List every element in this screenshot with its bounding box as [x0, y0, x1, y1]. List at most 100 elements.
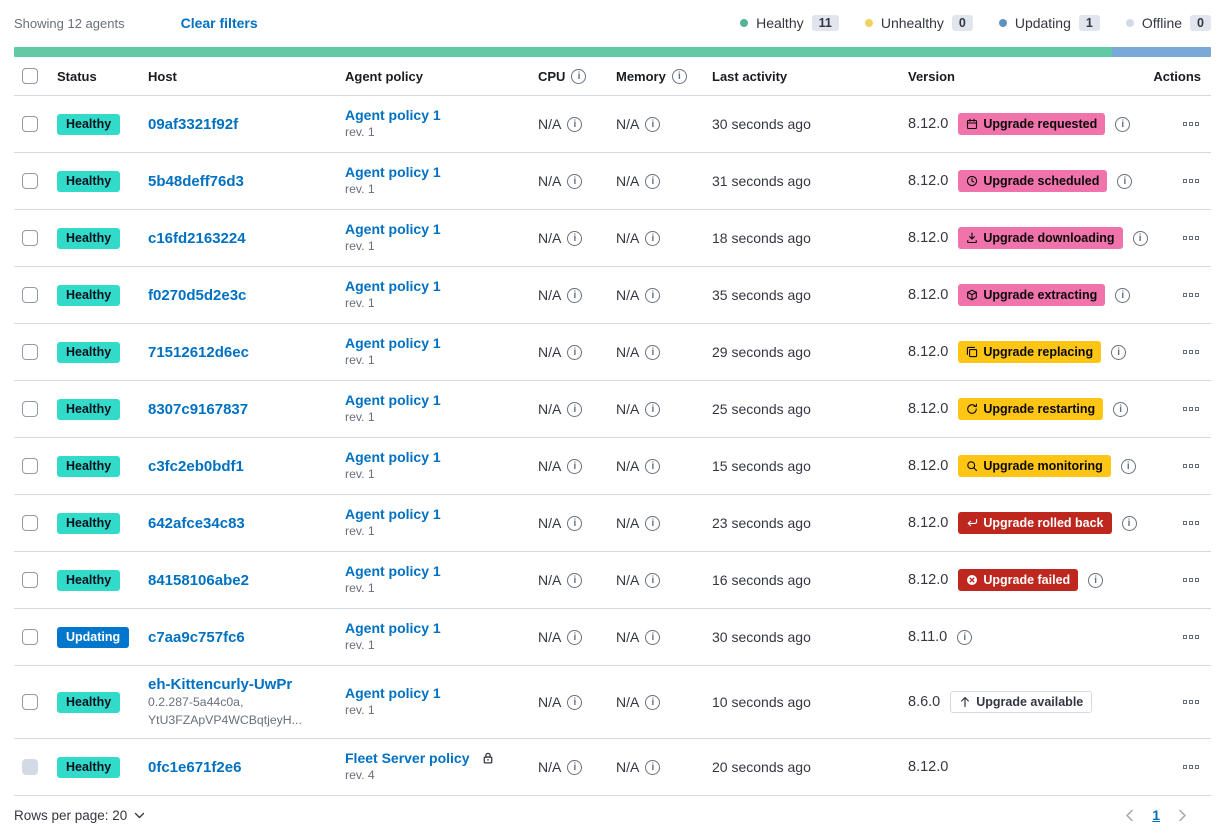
- host-link[interactable]: 71512612d6ec: [148, 344, 249, 361]
- info-icon[interactable]: [1117, 174, 1132, 189]
- actions-cell: [1151, 232, 1211, 244]
- boxes-horizontal-icon[interactable]: [1181, 460, 1201, 472]
- return-icon: [966, 517, 978, 529]
- agent-policy-link[interactable]: Agent policy 1: [345, 278, 441, 294]
- info-icon[interactable]: [645, 288, 660, 303]
- legend-item-offline[interactable]: Offline 0: [1126, 15, 1211, 31]
- info-icon[interactable]: [1115, 288, 1130, 303]
- info-icon[interactable]: [571, 69, 586, 84]
- boxes-horizontal-icon[interactable]: [1181, 289, 1201, 301]
- select-all-checkbox[interactable]: [22, 68, 38, 84]
- info-icon[interactable]: [957, 630, 972, 645]
- agent-policy-link[interactable]: Agent policy 1: [345, 221, 441, 237]
- info-icon[interactable]: [567, 402, 582, 417]
- agent-policy-link[interactable]: Agent policy 1: [345, 620, 441, 636]
- legend-item-unhealthy[interactable]: Unhealthy 0: [865, 15, 973, 31]
- info-icon[interactable]: [1111, 345, 1126, 360]
- agent-policy-link[interactable]: Agent policy 1: [345, 449, 441, 465]
- rows-per-page-button[interactable]: Rows per page: 20: [14, 808, 145, 823]
- info-icon[interactable]: [567, 345, 582, 360]
- info-icon[interactable]: [645, 573, 660, 588]
- info-icon[interactable]: [567, 117, 582, 132]
- info-icon[interactable]: [1113, 402, 1128, 417]
- boxes-horizontal-icon[interactable]: [1181, 761, 1201, 773]
- agent-policy-link[interactable]: Agent policy 1: [345, 164, 441, 180]
- host-link[interactable]: eh-Kittencurly-UwPr: [148, 676, 292, 693]
- legend-item-updating[interactable]: Updating 1: [999, 15, 1100, 31]
- boxes-horizontal-icon[interactable]: [1181, 631, 1201, 643]
- info-icon[interactable]: [645, 402, 660, 417]
- row-checkbox[interactable]: [22, 116, 38, 132]
- row-checkbox[interactable]: [22, 572, 38, 588]
- host-cell: 0fc1e671f2e6: [140, 759, 337, 776]
- info-icon[interactable]: [672, 69, 687, 84]
- host-link[interactable]: c16fd2163224: [148, 230, 246, 247]
- row-checkbox[interactable]: [22, 344, 38, 360]
- row-checkbox[interactable]: [22, 287, 38, 303]
- legend-item-healthy[interactable]: Healthy 11: [740, 15, 839, 31]
- boxes-horizontal-icon[interactable]: [1181, 175, 1201, 187]
- info-icon[interactable]: [645, 345, 660, 360]
- row-checkbox[interactable]: [22, 401, 38, 417]
- agent-policy-link[interactable]: Fleet Server policy: [345, 750, 470, 766]
- info-icon[interactable]: [567, 288, 582, 303]
- boxes-horizontal-icon[interactable]: [1181, 696, 1201, 708]
- clear-filters-link[interactable]: Clear filters: [181, 15, 258, 31]
- host-link[interactable]: 0fc1e671f2e6: [148, 759, 241, 776]
- host-link[interactable]: c3fc2eb0bdf1: [148, 458, 244, 475]
- boxes-horizontal-icon[interactable]: [1181, 403, 1201, 415]
- boxes-horizontal-icon[interactable]: [1181, 574, 1201, 586]
- info-icon[interactable]: [645, 695, 660, 710]
- row-checkbox[interactable]: [22, 230, 38, 246]
- info-icon[interactable]: [1121, 459, 1136, 474]
- host-link[interactable]: 5b48deff76d3: [148, 173, 244, 190]
- info-icon[interactable]: [1133, 231, 1148, 246]
- info-icon[interactable]: [567, 630, 582, 645]
- host-link[interactable]: 84158106abe2: [148, 572, 249, 589]
- info-icon[interactable]: [645, 174, 660, 189]
- info-icon[interactable]: [645, 231, 660, 246]
- row-checkbox[interactable]: [22, 515, 38, 531]
- host-link[interactable]: c7aa9c757fc6: [148, 629, 245, 646]
- row-checkbox[interactable]: [22, 694, 38, 710]
- agent-policy-link[interactable]: Agent policy 1: [345, 563, 441, 579]
- version-value: 8.12.0: [908, 230, 948, 246]
- boxes-horizontal-icon[interactable]: [1181, 517, 1201, 529]
- chevron-left-icon: [1125, 809, 1134, 822]
- info-icon[interactable]: [645, 459, 660, 474]
- boxes-horizontal-icon[interactable]: [1181, 346, 1201, 358]
- host-link[interactable]: 8307c9167837: [148, 401, 248, 418]
- agent-policy-link[interactable]: Agent policy 1: [345, 392, 441, 408]
- host-link[interactable]: f0270d5d2e3c: [148, 287, 246, 304]
- info-icon[interactable]: [1122, 516, 1137, 531]
- info-icon[interactable]: [567, 760, 582, 775]
- info-icon[interactable]: [567, 231, 582, 246]
- row-checkbox[interactable]: [22, 629, 38, 645]
- row-checkbox[interactable]: [22, 458, 38, 474]
- row-checkbox[interactable]: [22, 173, 38, 189]
- policy-cell: Agent policy 1 rev. 1: [337, 335, 530, 369]
- info-icon[interactable]: [645, 516, 660, 531]
- host-link[interactable]: 09af3321f92f: [148, 116, 238, 133]
- agent-policy-link[interactable]: Agent policy 1: [345, 335, 441, 351]
- info-icon[interactable]: [1088, 573, 1103, 588]
- agent-policy-link[interactable]: Agent policy 1: [345, 685, 441, 701]
- agent-policy-link[interactable]: Agent policy 1: [345, 506, 441, 522]
- info-icon[interactable]: [567, 573, 582, 588]
- info-icon[interactable]: [645, 630, 660, 645]
- memory-cell: N/A: [608, 344, 704, 360]
- info-icon[interactable]: [645, 117, 660, 132]
- info-icon[interactable]: [1115, 117, 1130, 132]
- info-icon[interactable]: [567, 174, 582, 189]
- info-icon[interactable]: [567, 459, 582, 474]
- agent-policy-link[interactable]: Agent policy 1: [345, 107, 441, 123]
- page-number-1[interactable]: 1: [1152, 807, 1160, 823]
- info-icon[interactable]: [645, 760, 660, 775]
- info-icon[interactable]: [567, 695, 582, 710]
- boxes-horizontal-icon[interactable]: [1181, 232, 1201, 244]
- boxes-horizontal-icon[interactable]: [1181, 118, 1201, 130]
- info-icon[interactable]: [567, 516, 582, 531]
- previous-page-button[interactable]: [1125, 809, 1134, 822]
- host-link[interactable]: 642afce34c83: [148, 515, 245, 532]
- next-page-button[interactable]: [1178, 809, 1187, 822]
